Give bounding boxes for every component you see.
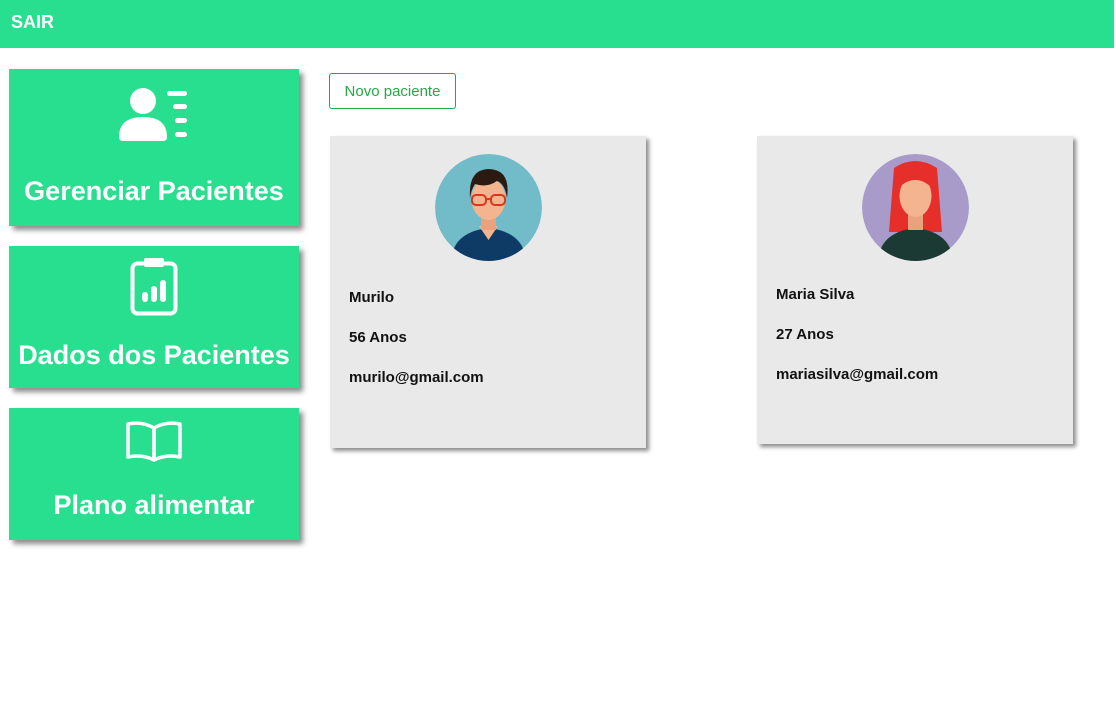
patient-age: 27 Anos [776,326,834,343]
meal-plan-tile[interactable]: Plano alimentar [9,408,299,540]
female-avatar-icon [862,154,969,261]
patient-email: murilo@gmail.com [349,369,484,386]
patient-name: Murilo [349,289,394,306]
top-bar: SAIR [0,0,1114,48]
manage-patients-label: Gerenciar Pacientes [24,176,284,206]
clipboard-chart-icon [9,256,299,316]
patient-email: mariasilva@gmail.com [776,366,939,383]
patient-name: Maria Silva [776,286,855,303]
meal-plan-label: Plano alimentar [53,490,255,520]
patients-data-tile[interactable]: Dados dos Pacientes [9,246,299,388]
new-patient-button[interactable]: Novo paciente [329,73,456,109]
patients-data-label: Dados dos Pacientes [18,340,290,370]
patient-card[interactable]: Maria Silva 27 Anos mariasilva@gmail.com [757,136,1073,444]
user-list-icon [9,87,299,143]
patient-age: 56 Anos [349,329,407,346]
open-book-icon [9,420,299,462]
manage-patients-tile[interactable]: Gerenciar Pacientes [9,69,299,226]
logout-link[interactable]: SAIR [11,12,54,33]
male-avatar-icon [435,154,542,261]
patient-card[interactable]: Murilo 56 Anos murilo@gmail.com [330,136,646,448]
